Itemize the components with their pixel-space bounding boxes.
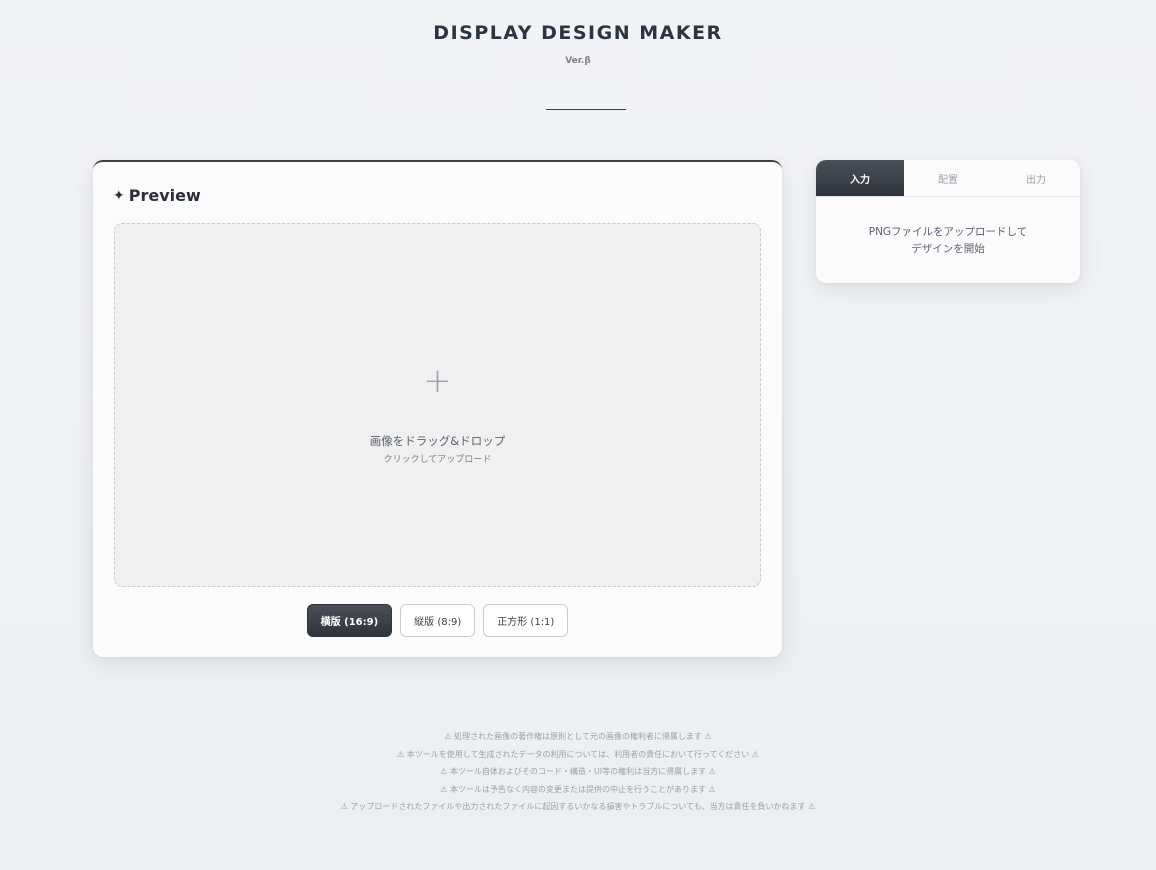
preview-heading-label: Preview <box>128 186 201 205</box>
title-divider <box>546 109 626 110</box>
side-panel-message: PNGファイルをアップロードして デザインを開始 <box>816 224 1080 258</box>
tab-layout[interactable]: 配置 <box>904 160 992 196</box>
dropzone-sub-text: クリックしてアップロード <box>383 455 492 465</box>
ratio-button-landscape[interactable]: 横版 (16:9) <box>306 604 393 637</box>
tab-output[interactable]: 出力 <box>992 160 1080 196</box>
tab-input[interactable]: 入力 <box>816 160 904 196</box>
app-version: Ver.β <box>565 56 591 66</box>
ratio-button-portrait[interactable]: 縦版 (8:9) <box>400 604 476 637</box>
notice-liability: ⚠ アップロードされたファイルや出力されたファイルに起因するいかなる損害やトラブ… <box>340 802 816 811</box>
notice-user-responsibility: ⚠ 本ツールを使用して生成されたデータの利用については、利用者の責任において行っ… <box>397 749 759 759</box>
aspect-ratio-buttons: 横版 (16:9) 縦版 (8:9) 正方形 (1:1) <box>93 604 782 637</box>
notice-tool-rights: ⚠ 本ツール自体およびそのコード・構造・UI等の権利は当方に帰属します ⚠ <box>440 767 716 776</box>
dropzone-main-text: 画像をドラッグ&ドロップ <box>369 434 506 448</box>
preview-heading: ✦ Preview <box>113 186 201 205</box>
notice-changes: ⚠ 本ツールは予告なく内容の変更または提供の中止を行うことがあります ⚠ <box>440 784 716 794</box>
sparkle-icon: ✦ <box>113 187 125 204</box>
side-panel-message-line1: PNGファイルをアップロードして <box>868 226 1028 238</box>
side-panel-tabs: 入力 配置 出力 <box>816 160 1080 197</box>
app-title: DISPLAY DESIGN MAKER <box>433 22 723 44</box>
footer-notices: ⚠ 処理された画像の著作権は原則として元の画像の権利者に帰属します ⚠ ⚠ 本ツ… <box>0 728 1156 816</box>
plus-icon: + <box>423 361 452 401</box>
image-dropzone[interactable]: + 画像をドラッグ&ドロップ クリックしてアップロード <box>114 223 761 587</box>
preview-card: ✦ Preview + 画像をドラッグ&ドロップ クリックしてアップロード 横版… <box>93 160 782 657</box>
side-panel: 入力 配置 出力 PNGファイルをアップロードして デザインを開始 <box>816 160 1080 283</box>
ratio-button-square[interactable]: 正方形 (1:1) <box>483 604 569 637</box>
notice-copyright: ⚠ 処理された画像の著作権は原則として元の画像の権利者に帰属します ⚠ <box>444 732 712 741</box>
side-panel-message-line2: デザインを開始 <box>911 243 985 255</box>
